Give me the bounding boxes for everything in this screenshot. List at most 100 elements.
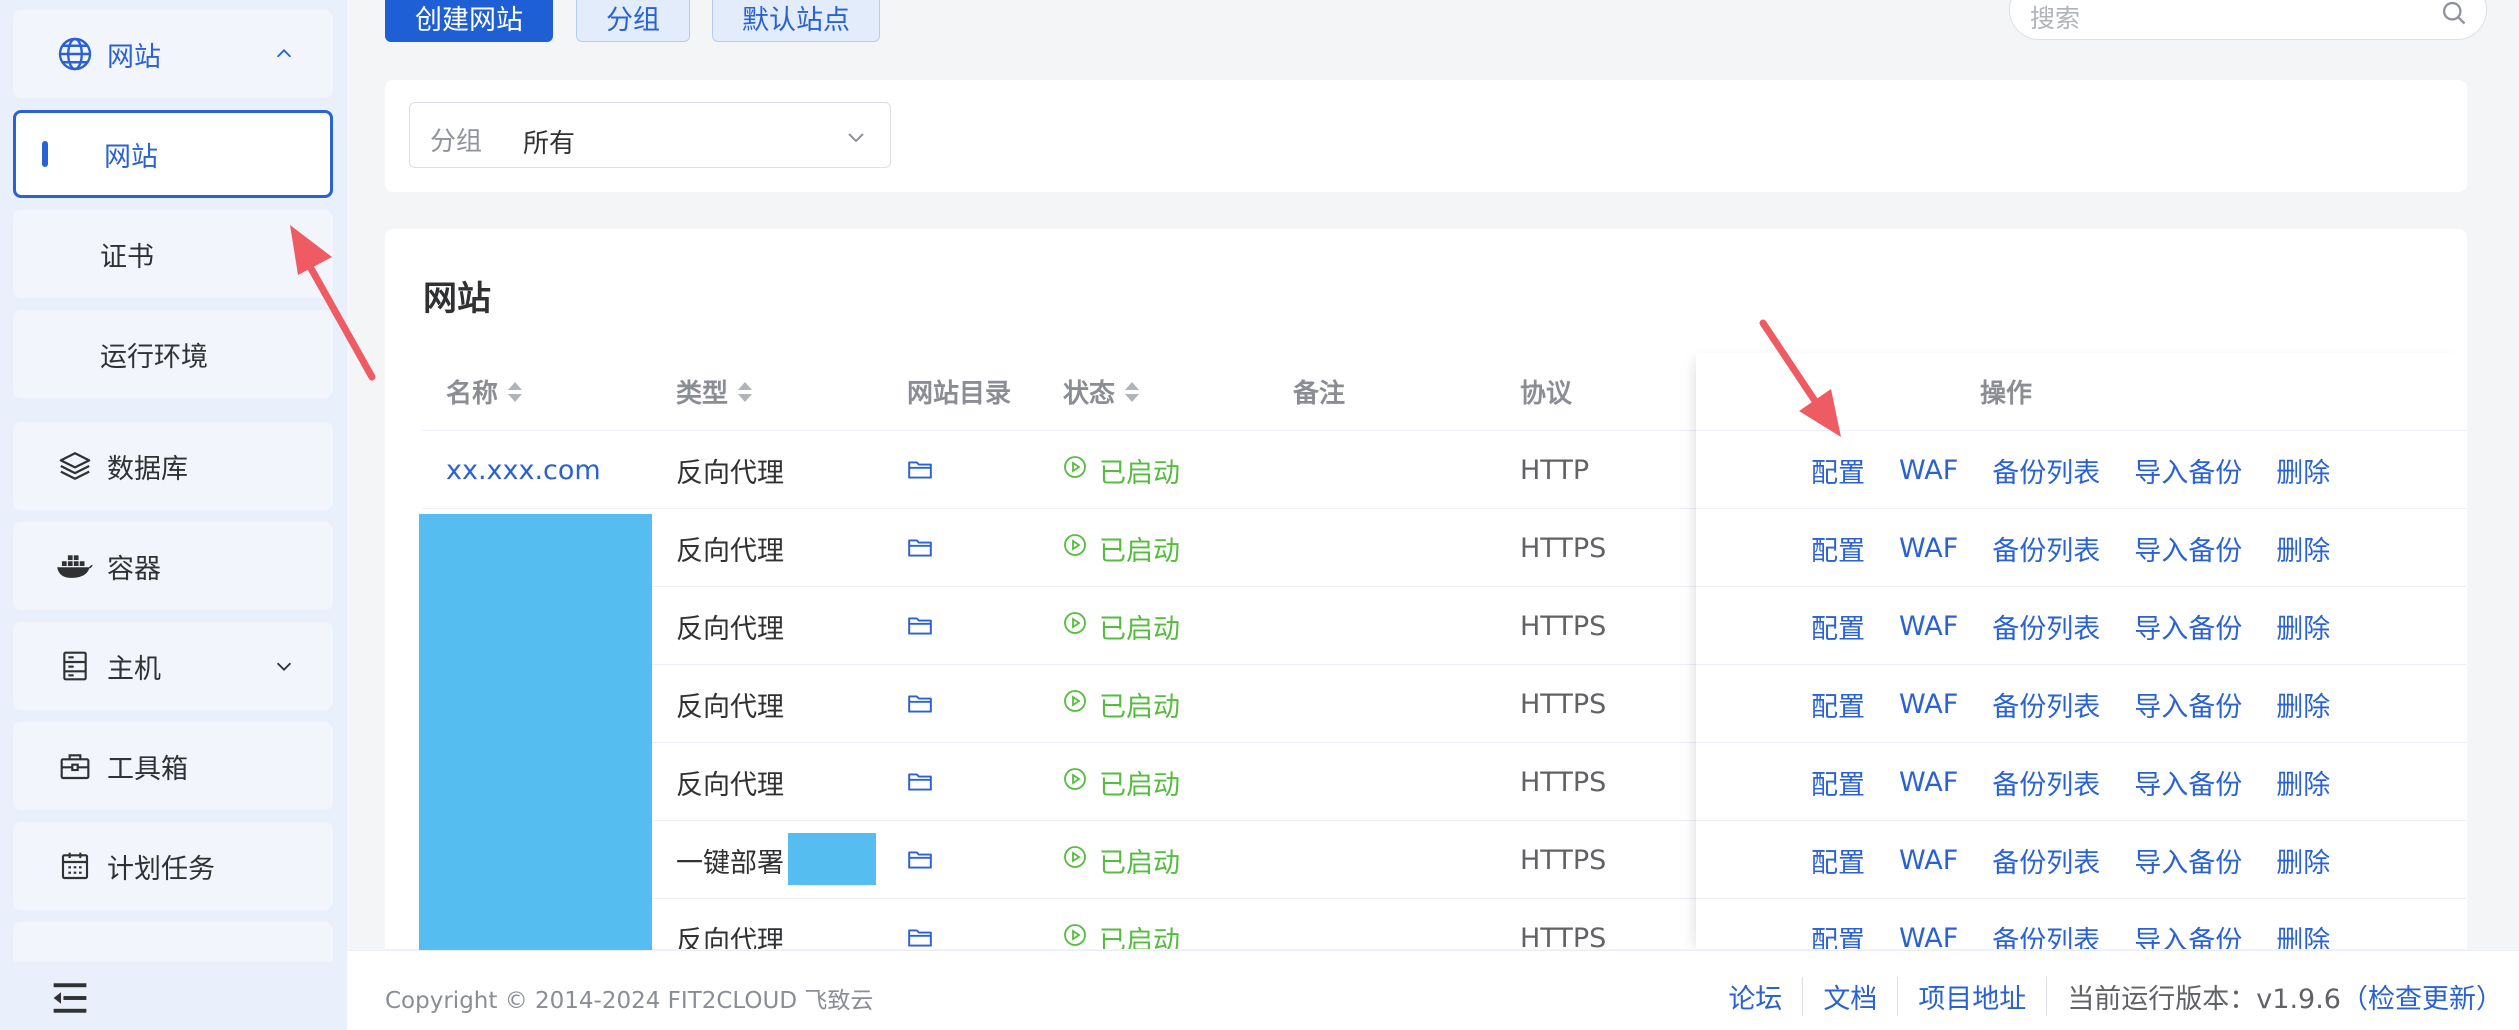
- status-badge[interactable]: 已启动: [1063, 899, 1180, 949]
- check-update-link[interactable]: （检查更新）: [2341, 977, 2503, 1016]
- website-type: 反向代理: [676, 769, 784, 801]
- header-type[interactable]: 类型: [676, 353, 753, 430]
- website-name-link[interactable]: xx.xxx.com: [446, 431, 601, 509]
- search-icon[interactable]: [2440, 0, 2468, 27]
- status-badge[interactable]: 已启动: [1063, 743, 1180, 821]
- config-link[interactable]: 配置: [1811, 607, 1865, 646]
- group-button[interactable]: 分组: [576, 0, 690, 42]
- status-badge[interactable]: 已启动: [1063, 821, 1180, 899]
- config-link[interactable]: 配置: [1811, 685, 1865, 724]
- folder-icon[interactable]: [907, 899, 947, 949]
- delete-link[interactable]: 删除: [2276, 451, 2330, 490]
- backup-list-link[interactable]: 备份列表: [1992, 529, 2100, 568]
- actions-row: 配置 WAF 备份列表 导入备份 删除: [1696, 509, 2466, 587]
- protocol-text: HTTPS: [1520, 688, 1607, 720]
- folder-icon[interactable]: [907, 587, 947, 665]
- sort-icon[interactable]: [1125, 381, 1140, 402]
- import-backup-link[interactable]: 导入备份: [2134, 763, 2242, 802]
- folder-icon[interactable]: [907, 509, 947, 587]
- group-filter-select[interactable]: 分组 所有: [409, 102, 891, 168]
- backup-list-link[interactable]: 备份列表: [1992, 451, 2100, 490]
- search-input[interactable]: 搜索: [2009, 0, 2487, 40]
- header-dir: 网站目录: [907, 379, 1012, 409]
- delete-link[interactable]: 删除: [2276, 919, 2330, 950]
- status-text: 已启动: [1099, 691, 1180, 723]
- waf-link[interactable]: WAF: [1899, 533, 1958, 564]
- protocol-text: HTTPS: [1520, 766, 1607, 798]
- status-text: 已启动: [1099, 847, 1180, 879]
- backup-list-link[interactable]: 备份列表: [1992, 607, 2100, 646]
- status-badge[interactable]: 已启动: [1063, 587, 1180, 665]
- backup-list-link[interactable]: 备份列表: [1992, 841, 2100, 880]
- sort-icon[interactable]: [738, 381, 753, 402]
- status-text: 已启动: [1099, 613, 1180, 645]
- create-website-button[interactable]: 创建网站: [385, 0, 553, 42]
- sidebar-item-cron[interactable]: 计划任务: [13, 822, 333, 910]
- protocol-text: HTTP: [1520, 454, 1590, 486]
- status-badge[interactable]: 已启动: [1063, 431, 1180, 509]
- delete-link[interactable]: 删除: [2276, 841, 2330, 880]
- waf-link[interactable]: WAF: [1899, 455, 1958, 486]
- sidebar-item-more[interactable]: [13, 922, 333, 962]
- header-status[interactable]: 状态: [1063, 353, 1140, 430]
- header-name[interactable]: 名称: [446, 353, 523, 430]
- backup-list-link[interactable]: 备份列表: [1992, 685, 2100, 724]
- protocol-text: HTTPS: [1520, 922, 1607, 950]
- folder-icon[interactable]: [907, 821, 947, 899]
- project-link[interactable]: 项目地址: [1898, 977, 2048, 1016]
- docker-icon: [55, 546, 95, 586]
- import-backup-link[interactable]: 导入备份: [2134, 607, 2242, 646]
- delete-link[interactable]: 删除: [2276, 685, 2330, 724]
- sidebar-group-website[interactable]: 网站: [13, 10, 333, 98]
- sidebar-item-toolbox[interactable]: 工具箱: [13, 722, 333, 810]
- config-link[interactable]: 配置: [1811, 763, 1865, 802]
- import-backup-link[interactable]: 导入备份: [2134, 919, 2242, 950]
- actions-row: 配置 WAF 备份列表 导入备份 删除: [1696, 899, 2466, 950]
- globe-icon: [55, 34, 95, 74]
- folder-icon[interactable]: [907, 743, 947, 821]
- delete-link[interactable]: 删除: [2276, 763, 2330, 802]
- delete-link[interactable]: 删除: [2276, 607, 2330, 646]
- waf-link[interactable]: WAF: [1899, 923, 1958, 950]
- import-backup-link[interactable]: 导入备份: [2134, 841, 2242, 880]
- waf-link[interactable]: WAF: [1899, 845, 1958, 876]
- row-actions: 配置 WAF 备份列表 导入备份 删除: [1811, 587, 2364, 665]
- waf-link[interactable]: WAF: [1899, 611, 1958, 642]
- waf-link[interactable]: WAF: [1899, 689, 1958, 720]
- import-backup-link[interactable]: 导入备份: [2134, 529, 2242, 568]
- status-text: 已启动: [1099, 457, 1180, 489]
- config-link[interactable]: 配置: [1811, 529, 1865, 568]
- forum-link[interactable]: 论坛: [1708, 977, 1804, 1016]
- delete-link[interactable]: 删除: [2276, 529, 2330, 568]
- actions-row: 配置 WAF 备份列表 导入备份 删除: [1696, 587, 2466, 665]
- backup-list-link[interactable]: 备份列表: [1992, 763, 2100, 802]
- sidebar-item-toolbox-label: 工具箱: [107, 753, 188, 785]
- backup-list-link[interactable]: 备份列表: [1992, 919, 2100, 950]
- protocol-text: HTTPS: [1520, 844, 1607, 876]
- play-circle-icon: [1063, 845, 1087, 876]
- config-link[interactable]: 配置: [1811, 919, 1865, 950]
- config-link[interactable]: 配置: [1811, 451, 1865, 490]
- active-indicator: [42, 141, 48, 167]
- collapse-menu-icon[interactable]: [50, 980, 90, 1016]
- sort-icon[interactable]: [508, 381, 523, 402]
- sidebar-item-website-label: 网站: [104, 141, 158, 173]
- docs-link[interactable]: 文档: [1803, 977, 1899, 1016]
- sidebar-item-container[interactable]: 容器: [13, 522, 333, 610]
- default-site-button[interactable]: 默认站点: [712, 0, 880, 42]
- status-badge[interactable]: 已启动: [1063, 665, 1180, 743]
- waf-link[interactable]: WAF: [1899, 767, 1958, 798]
- sidebar-item-database[interactable]: 数据库: [13, 422, 333, 510]
- config-link[interactable]: 配置: [1811, 841, 1865, 880]
- sidebar-item-website[interactable]: 网站: [13, 110, 333, 198]
- sidebar-item-host[interactable]: 主机: [13, 622, 333, 710]
- import-backup-link[interactable]: 导入备份: [2134, 685, 2242, 724]
- status-badge[interactable]: 已启动: [1063, 509, 1180, 587]
- sidebar-group-website-label: 网站: [107, 41, 161, 73]
- import-backup-link[interactable]: 导入备份: [2134, 451, 2242, 490]
- status-text: 已启动: [1099, 925, 1180, 950]
- server-icon: [55, 646, 95, 686]
- folder-icon[interactable]: [907, 431, 947, 509]
- chevron-down-icon: [271, 653, 297, 679]
- folder-icon[interactable]: [907, 665, 947, 743]
